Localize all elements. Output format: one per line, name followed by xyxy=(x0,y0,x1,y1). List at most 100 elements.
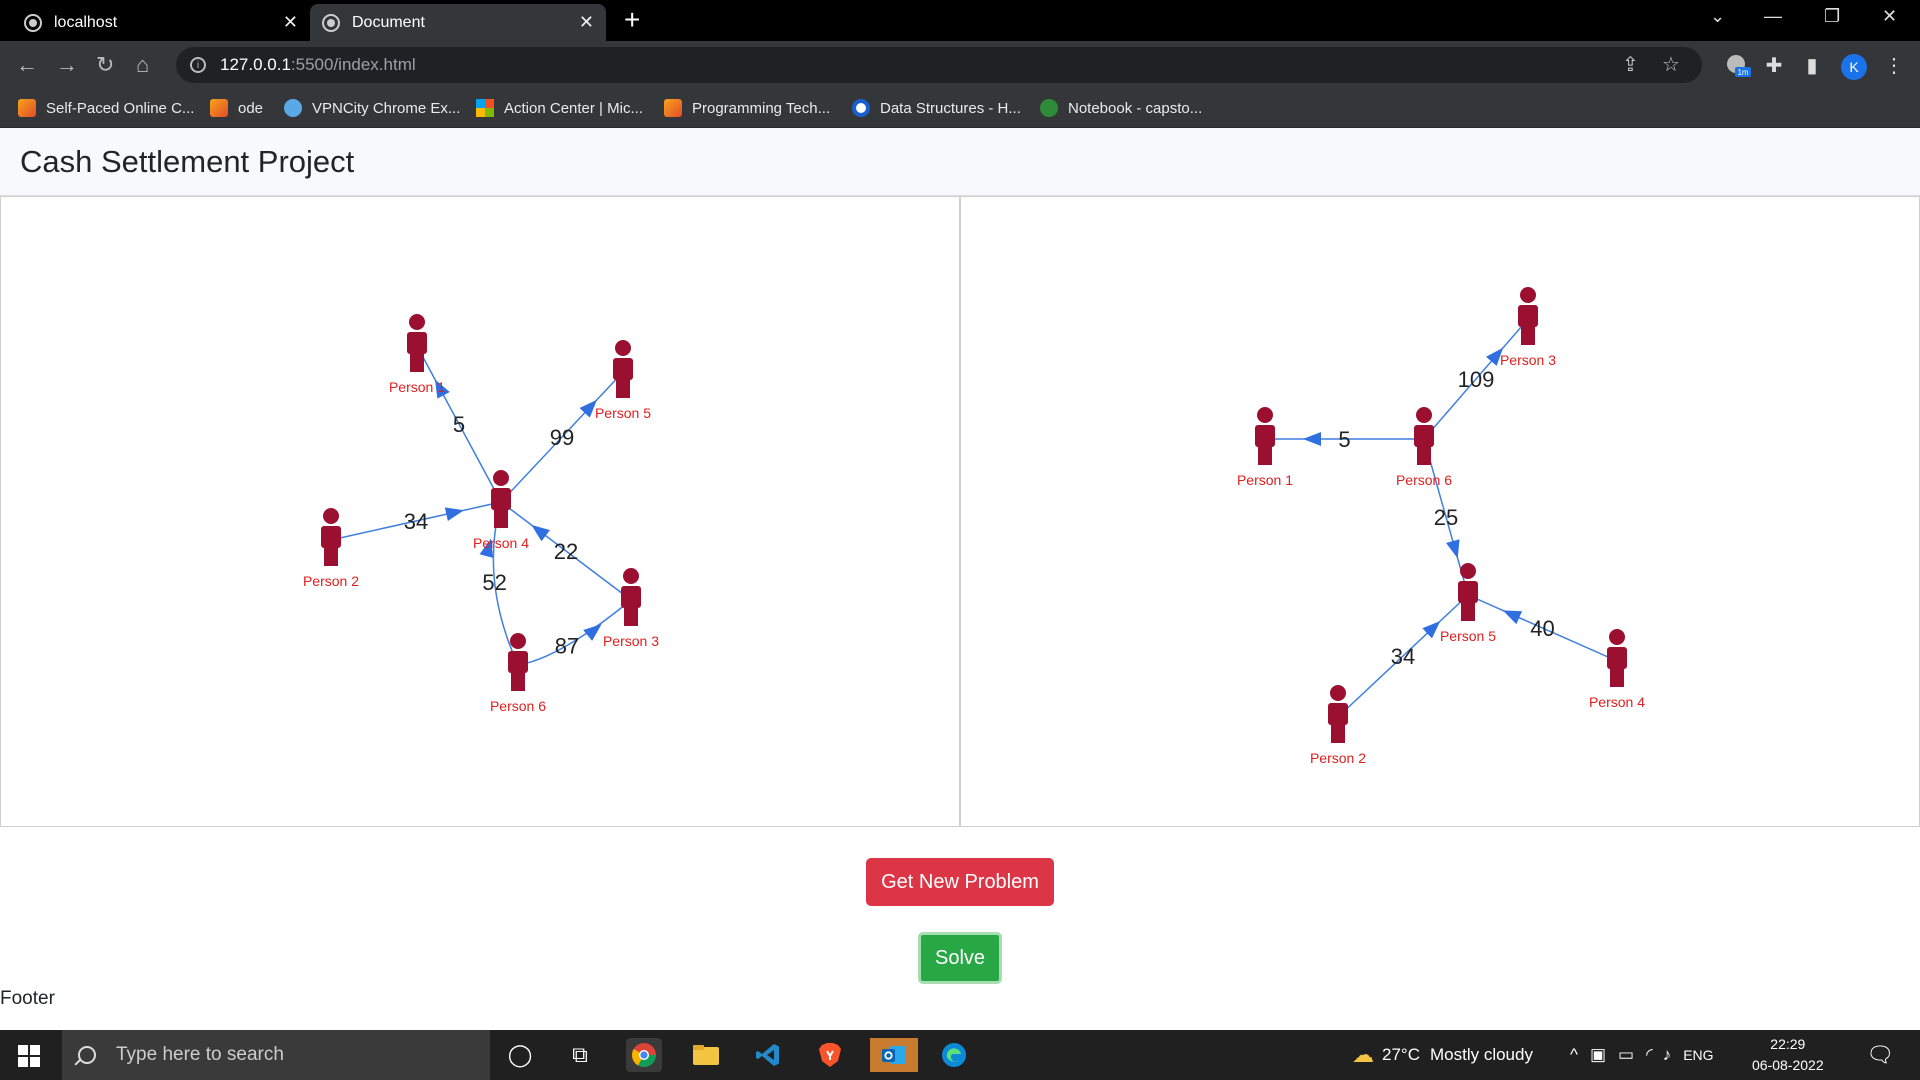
bookmark-item[interactable]: Self-Paced Online C... xyxy=(18,96,194,120)
windows-taskbar: Type here to search ◯ ⧉ ☁ 27°C Mostly cl… xyxy=(0,1030,1920,1080)
bookmark-label: VPNCity Chrome Ex... xyxy=(312,99,461,117)
gfg-icon xyxy=(664,99,682,117)
microsoft-icon xyxy=(476,99,494,117)
person-label: Person 4 xyxy=(1589,694,1645,710)
close-icon[interactable]: ✕ xyxy=(283,12,298,33)
jupyter-icon xyxy=(1040,99,1058,117)
window-close-icon[interactable]: ✕ xyxy=(1882,6,1897,27)
edge-arrowhead xyxy=(1502,610,1523,625)
weather-widget[interactable]: ☁ 27°C Mostly cloudy xyxy=(1352,1030,1533,1080)
get-new-problem-button[interactable]: Get New Problem xyxy=(866,858,1054,906)
bookmark-label: ode xyxy=(238,99,264,117)
cortana-icon[interactable]: ◯ xyxy=(502,1038,538,1072)
graph-edge: 5 xyxy=(416,345,502,503)
close-icon[interactable]: ✕ xyxy=(579,12,594,33)
share-icon[interactable]: ⇪ xyxy=(1622,52,1639,77)
minimize-icon[interactable]: — xyxy=(1764,6,1782,27)
back-arrow-icon[interactable]: ← xyxy=(16,49,38,81)
bookmark-item[interactable]: Programming Tech... xyxy=(664,96,830,120)
weather-temp: 27°C xyxy=(1382,1045,1420,1064)
person-icon xyxy=(1255,407,1275,465)
outlook-icon[interactable] xyxy=(870,1038,918,1072)
star-icon[interactable]: ☆ xyxy=(1662,52,1680,77)
avatar[interactable]: K xyxy=(1841,54,1867,80)
edge-weight-label: 99 xyxy=(550,425,574,450)
file-explorer-icon[interactable] xyxy=(688,1038,724,1072)
extension-badge-icon[interactable]: 1m xyxy=(1724,53,1751,77)
reload-icon[interactable]: ↻ xyxy=(96,49,114,81)
language-indicator[interactable]: ENG xyxy=(1683,1047,1713,1063)
bookmark-item[interactable]: Action Center | Mic... xyxy=(476,96,643,120)
url-path: :5500/index.html xyxy=(290,55,416,74)
person-node[interactable]: Person 1 xyxy=(389,314,445,395)
bookmark-item[interactable]: Data Structures - H... xyxy=(852,96,1021,120)
graph-edge: 5 xyxy=(1265,427,1424,452)
bookmark-item[interactable]: VPNCity Chrome Ex... xyxy=(284,96,460,120)
meet-now-icon[interactable]: ▣ xyxy=(1590,1045,1606,1065)
edge-icon[interactable] xyxy=(936,1038,972,1072)
bookmark-label: Data Structures - H... xyxy=(880,99,1021,117)
battery-icon[interactable]: ▭ xyxy=(1618,1045,1634,1065)
chrome-icon[interactable] xyxy=(626,1038,662,1072)
edge-weight-label: 34 xyxy=(404,509,428,534)
bookmark-item[interactable]: ode xyxy=(210,96,263,120)
problem-graph-panel: 5 99 34 22 52 87 Person 1 Person 2 Person 3 Perso… xyxy=(0,196,960,827)
person-node[interactable]: Person 4 xyxy=(473,470,529,551)
notifications-icon[interactable]: 🗨 xyxy=(1862,1038,1898,1072)
edge-weight-label: 40 xyxy=(1530,616,1554,641)
edge-weight-label: 5 xyxy=(453,412,465,437)
edge-weight-label: 5 xyxy=(1338,427,1350,452)
edge-weight-label: 87 xyxy=(555,634,579,659)
brave-icon[interactable] xyxy=(812,1038,848,1072)
person-icon xyxy=(1328,685,1348,743)
edge-weight-label: 52 xyxy=(482,570,506,595)
person-icon xyxy=(321,508,341,566)
edge-weight-label: 109 xyxy=(1458,367,1495,392)
person-node[interactable]: Person 6 xyxy=(1396,407,1452,488)
vscode-icon[interactable] xyxy=(750,1038,786,1072)
chevron-up-icon[interactable]: ^ xyxy=(1570,1045,1578,1065)
person-node[interactable]: Person 2 xyxy=(303,508,359,589)
side-panel-icon[interactable]: ▮ xyxy=(1800,53,1824,77)
new-tab-button[interactable]: + xyxy=(624,6,640,34)
person-label: Person 6 xyxy=(1396,472,1452,488)
person-node[interactable]: Person 6 xyxy=(490,633,546,714)
person-icon xyxy=(621,568,641,626)
tab-search-chevron-icon[interactable]: ⌄ xyxy=(1710,6,1725,27)
menu-dots-icon[interactable]: ⋮ xyxy=(1882,53,1906,77)
wifi-icon[interactable]: ◜ xyxy=(1646,1045,1653,1065)
person-node[interactable]: Person 2 xyxy=(1310,685,1366,766)
taskbar-search[interactable]: Type here to search xyxy=(62,1030,490,1080)
globe-icon xyxy=(24,13,42,32)
volume-icon[interactable]: ♪ xyxy=(1663,1045,1672,1065)
bookmark-item[interactable]: Notebook - capsto... xyxy=(1040,96,1202,120)
tab-localhost[interactable]: localhost ✕ xyxy=(12,4,310,41)
puzzle-icon[interactable]: ✚ xyxy=(1762,53,1786,77)
person-node[interactable]: Person 1 xyxy=(1237,407,1293,488)
edge-arrowhead xyxy=(1446,539,1460,559)
tab-document[interactable]: Document ✕ xyxy=(310,4,606,41)
solve-button[interactable]: Solve xyxy=(918,932,1002,984)
person-node[interactable]: Person 4 xyxy=(1589,629,1645,710)
person-node[interactable]: Person 5 xyxy=(595,340,651,421)
clock[interactable]: 22:29 06-08-2022 xyxy=(1752,1034,1824,1076)
forward-arrow-icon[interactable]: → xyxy=(56,49,78,81)
restore-icon[interactable]: ❐ xyxy=(1824,6,1840,27)
person-node[interactable]: Person 3 xyxy=(1500,287,1556,368)
person-node[interactable]: Person 3 xyxy=(603,568,659,649)
person-icon xyxy=(491,470,511,528)
graph-edge: 99 xyxy=(500,371,624,503)
home-icon[interactable]: ⌂ xyxy=(136,49,149,81)
browser-tab-strip: localhost ✕ Document ✕ + ⌄ — ❐ ✕ xyxy=(0,0,1920,41)
address-field[interactable]: i 127.0.0.1:5500/index.html ⇪ ☆ xyxy=(176,47,1702,83)
tab-title: Document xyxy=(352,13,425,31)
weather-text: Mostly cloudy xyxy=(1429,1045,1533,1064)
gfg-icon xyxy=(18,99,36,117)
cloudy-weather-icon: ☁ xyxy=(1352,1042,1374,1067)
task-view-icon[interactable]: ⧉ xyxy=(562,1038,598,1072)
windows-start-icon[interactable] xyxy=(18,1045,40,1067)
address-toolbar: ← → ↻ ⌂ i 127.0.0.1:5500/index.html ⇪ ☆ … xyxy=(0,41,1920,90)
bookmarks-bar: Self-Paced Online C... ode VPNCity Chrom… xyxy=(0,90,1920,128)
extension-badge-text: 1m xyxy=(1737,68,1748,77)
info-icon[interactable]: i xyxy=(190,57,206,73)
